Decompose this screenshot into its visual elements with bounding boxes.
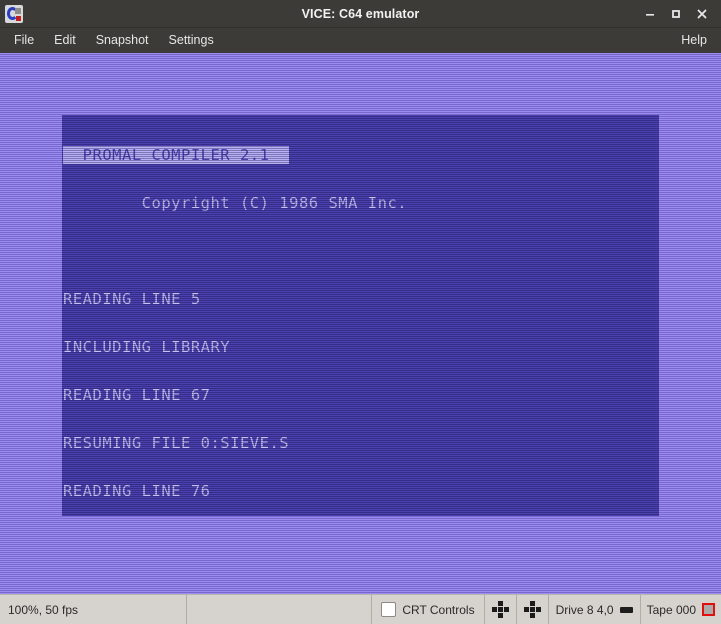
joystick-1-status[interactable] bbox=[485, 595, 517, 624]
tape-led-icon bbox=[702, 603, 715, 616]
drive-label: Drive 8 4,0 bbox=[555, 602, 614, 617]
crt-controls-label: CRT Controls bbox=[402, 602, 475, 617]
menubar: File Edit Snapshot Settings Help bbox=[0, 28, 721, 53]
maximize-icon[interactable] bbox=[663, 2, 689, 26]
screen-line: INCLUDING LIBRARY bbox=[63, 338, 231, 356]
titlebar: VICE: C64 emulator bbox=[0, 0, 721, 28]
status-message bbox=[187, 595, 373, 624]
window-controls bbox=[637, 2, 721, 26]
joystick-icon bbox=[523, 601, 541, 618]
emulator-display[interactable]: PROMAL COMPILER 2.1 Copyright (C) 1986 S… bbox=[0, 53, 721, 594]
tape-label: Tape 000 bbox=[646, 602, 696, 617]
screen-line: RESUMING FILE 0:SIEVE.S bbox=[63, 434, 290, 452]
c64-screen-text: PROMAL COMPILER 2.1 Copyright (C) 1986 S… bbox=[62, 115, 659, 516]
menu-item-snapshot[interactable]: Snapshot bbox=[86, 30, 159, 51]
tape-status[interactable]: Tape 000 bbox=[641, 595, 721, 624]
drive-led-icon bbox=[619, 606, 633, 613]
crt-controls-checkbox[interactable] bbox=[381, 602, 397, 617]
screen-line: READING LINE 76 bbox=[63, 482, 211, 500]
screen-line-blank bbox=[63, 243, 659, 259]
screen-line: Copyright (C) 1986 SMA Inc. bbox=[63, 194, 408, 212]
menu-item-settings[interactable]: Settings bbox=[159, 30, 224, 51]
vice-logo-icon bbox=[5, 4, 23, 23]
emulator-window: VICE: C64 emulator File Edit Snapshot Se… bbox=[0, 0, 721, 624]
joystick-icon bbox=[491, 601, 509, 618]
menu-item-help[interactable]: Help bbox=[671, 30, 717, 51]
statusbar: 100%, 50 fps CRT Controls Drive 8 4,0 Ta… bbox=[0, 594, 721, 624]
menu-item-edit[interactable]: Edit bbox=[44, 30, 86, 51]
status-performance: 100%, 50 fps bbox=[0, 595, 188, 624]
menu-item-file[interactable]: File bbox=[4, 30, 44, 51]
screen-line-banner: PROMAL COMPILER 2.1 bbox=[63, 146, 659, 164]
window-title: VICE: C64 emulator bbox=[301, 6, 420, 21]
crt-controls-toggle[interactable]: CRT Controls bbox=[372, 595, 485, 624]
screen-line: READING LINE 67 bbox=[63, 386, 211, 404]
minimize-icon[interactable] bbox=[637, 2, 663, 26]
c64-text-screen: PROMAL COMPILER 2.1 Copyright (C) 1986 S… bbox=[62, 115, 659, 516]
close-icon[interactable] bbox=[689, 2, 715, 26]
screen-line: READING LINE 5 bbox=[63, 290, 201, 308]
joystick-2-status[interactable] bbox=[517, 595, 549, 624]
drive-status[interactable]: Drive 8 4,0 bbox=[549, 595, 641, 624]
promal-title-banner: PROMAL COMPILER 2.1 bbox=[63, 146, 290, 164]
